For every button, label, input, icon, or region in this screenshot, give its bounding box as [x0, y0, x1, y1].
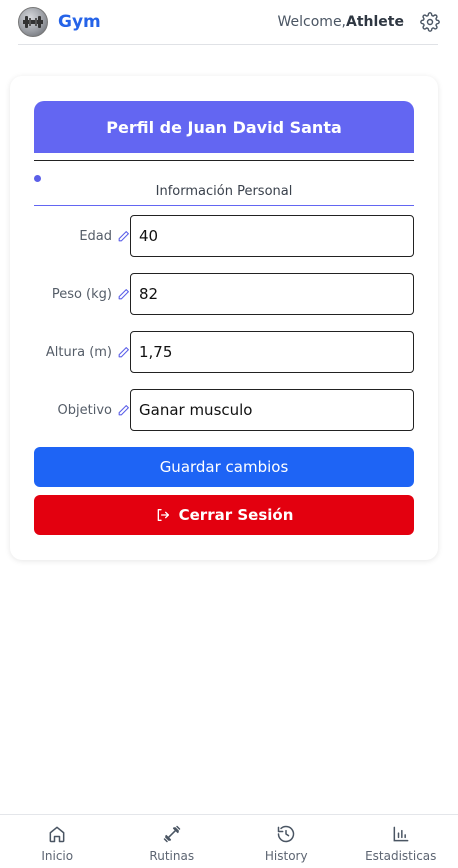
- nav-label: History: [264, 849, 308, 863]
- section-divider: [34, 205, 414, 206]
- field-label: Peso (kg): [34, 287, 130, 302]
- profile-title: Perfil de Juan David Santa: [34, 101, 414, 153]
- bottom-nav: Inicio Rutinas History Estadisticas: [0, 814, 458, 868]
- field-label-text: Altura (m): [45, 344, 112, 360]
- nav-label: Rutinas: [149, 849, 195, 863]
- pencil-icon[interactable]: [117, 346, 130, 359]
- brand-name: Gym: [58, 12, 101, 32]
- peso-input[interactable]: 82: [130, 273, 414, 315]
- profile-card: Perfil de Juan David Santa Información P…: [10, 76, 438, 560]
- nav-item-inicio[interactable]: Inicio: [0, 815, 115, 868]
- app-header: Gym Welcome,Athlete: [0, 0, 458, 44]
- nav-label: Estadisticas: [365, 849, 437, 863]
- field-row-altura: Altura (m) 1,75: [34, 331, 414, 373]
- nav-item-history[interactable]: History: [229, 815, 344, 868]
- welcome-text: Welcome,Athlete: [278, 14, 404, 30]
- nav-label: Inicio: [41, 849, 74, 863]
- field-label: Altura (m): [34, 345, 130, 360]
- logout-button-label: Cerrar Sesión: [178, 506, 294, 524]
- bar-chart-icon: [391, 824, 411, 844]
- field-row-edad: Edad 40: [34, 215, 414, 257]
- logo-icon: [18, 7, 48, 37]
- pencil-icon[interactable]: [117, 288, 130, 301]
- welcome-user: Athlete: [346, 14, 404, 30]
- nav-item-estadisticas[interactable]: Estadisticas: [344, 815, 458, 868]
- dumbbell-icon: [162, 824, 182, 844]
- edad-input[interactable]: 40: [130, 215, 414, 257]
- field-label: Edad: [34, 229, 130, 244]
- field-label: Objetivo: [34, 403, 130, 418]
- field-row-peso: Peso (kg) 82: [34, 273, 414, 315]
- nav-item-rutinas[interactable]: Rutinas: [115, 815, 230, 868]
- field-label-text: Peso (kg): [51, 286, 112, 302]
- header-divider: [18, 44, 438, 45]
- welcome-prefix: Welcome,: [277, 14, 347, 30]
- save-button[interactable]: Guardar cambios: [34, 447, 414, 487]
- pencil-icon[interactable]: [117, 404, 130, 417]
- section-label[interactable]: Información Personal: [34, 184, 414, 199]
- gear-icon[interactable]: [420, 12, 440, 32]
- logout-icon: [155, 507, 171, 523]
- history-icon: [276, 824, 296, 844]
- pencil-icon[interactable]: [117, 230, 130, 243]
- objetivo-input[interactable]: Ganar musculo: [130, 389, 414, 431]
- field-label-text: Edad: [79, 228, 112, 244]
- field-row-objetivo: Objetivo Ganar musculo: [34, 389, 414, 431]
- altura-input[interactable]: 1,75: [130, 331, 414, 373]
- field-label-text: Objetivo: [57, 402, 112, 418]
- logout-button[interactable]: Cerrar Sesión: [34, 495, 414, 535]
- tab-indicator: [34, 175, 41, 182]
- brand[interactable]: Gym: [18, 7, 101, 37]
- home-icon: [47, 824, 67, 844]
- save-button-label: Guardar cambios: [159, 458, 289, 476]
- title-divider: [34, 160, 414, 161]
